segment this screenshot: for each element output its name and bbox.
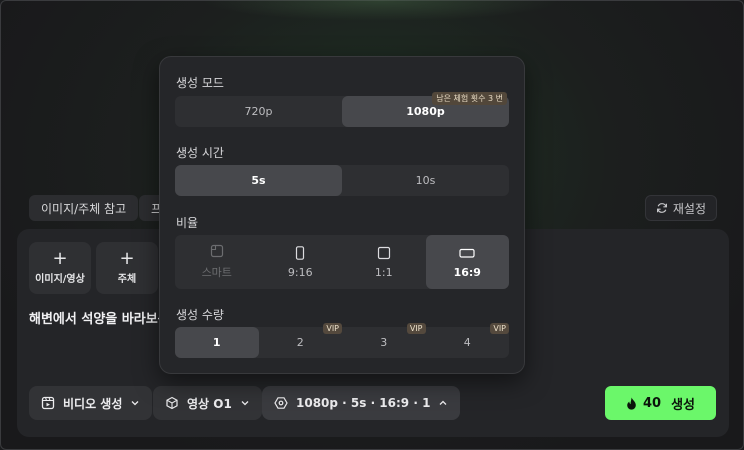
- generate-label: 생성: [671, 397, 695, 413]
- vip-badge: VIP: [490, 323, 509, 334]
- video-settings-label: 1080p · 5s · 16:9 · 1: [296, 396, 431, 410]
- settings-hexagon-icon: [274, 397, 288, 409]
- mode-option-1080p[interactable]: 1080p 남은 체험 횟수 3 번: [342, 92, 509, 127]
- plus-icon: +: [52, 248, 68, 269]
- cube-icon: [166, 396, 178, 410]
- ratio-option-1-1[interactable]: 1:1: [342, 235, 426, 289]
- image-subject-reference-chip[interactable]: 이미지/주체 참고: [29, 195, 139, 221]
- app-frame: 이미지/주체 참고 프 재설정 + 이미지/영상 + 주체 해변에서 석양을 바…: [0, 0, 744, 450]
- ratio-option-16-9-label: 16:9: [453, 265, 481, 279]
- mode-section-title: 생성 모드: [176, 76, 224, 90]
- generation-type-label: 비디오 생성: [63, 396, 123, 411]
- count-selector: 1 2 VIP 3 VIP 4 VIP: [175, 323, 509, 358]
- count-option-2[interactable]: 2 VIP: [259, 323, 342, 358]
- landscape-ratio-icon: [459, 248, 475, 258]
- count-section-title: 생성 수량: [176, 308, 224, 322]
- ratio-option-smart[interactable]: 스마트: [175, 235, 259, 289]
- duration-section-title: 생성 시간: [176, 146, 224, 160]
- flame-icon: [627, 397, 636, 410]
- add-image-video-label: 이미지/영상: [35, 274, 85, 285]
- vip-badge: VIP: [323, 323, 342, 334]
- add-subject-button[interactable]: + 주체: [96, 242, 158, 294]
- ratio-option-9-16[interactable]: 9:16: [259, 235, 343, 289]
- count-option-2-label: 2: [296, 336, 304, 349]
- count-option-3-label: 3: [380, 336, 388, 349]
- generation-type-dropdown[interactable]: 비디오 생성: [29, 386, 153, 420]
- preview-glow: [201, 0, 561, 21]
- smart-ratio-icon: [210, 244, 223, 258]
- model-dropdown[interactable]: 영상 O1: [153, 386, 262, 420]
- mode-selector: 720p 1080p 남은 체험 횟수 3 번: [175, 92, 509, 127]
- refresh-icon: [656, 203, 667, 213]
- trial-count-badge: 남은 체험 횟수 3 번: [432, 92, 507, 105]
- reset-button[interactable]: 재설정: [644, 195, 717, 221]
- video-settings-dropdown[interactable]: 1080p · 5s · 16:9 · 1: [262, 386, 461, 420]
- count-option-4[interactable]: 4 VIP: [426, 323, 509, 358]
- generate-cost: 40: [642, 395, 662, 411]
- video-icon: [41, 396, 55, 410]
- portrait-ratio-icon: [296, 245, 305, 260]
- ratio-selector: 스마트 9:16 1:1 16:9: [175, 235, 509, 289]
- model-label: 영상 O1: [187, 396, 232, 411]
- ratio-option-smart-label: 스마트: [201, 266, 232, 279]
- ratio-option-1-1-label: 1:1: [374, 265, 393, 279]
- prompt-input[interactable]: 해변에서 석양을 바라보는: [29, 308, 170, 327]
- chevron-down-icon: [131, 401, 139, 406]
- video-settings-popover: 생성 모드 720p 1080p 남은 체험 횟수 3 번 생성 시간 5s 1…: [159, 56, 525, 374]
- add-subject-label: 주체: [117, 274, 137, 285]
- chevron-up-icon: [439, 400, 447, 405]
- duration-selector: 5s 10s: [175, 165, 509, 196]
- chevron-down-icon: [241, 401, 249, 406]
- ratio-option-16-9[interactable]: 16:9: [425, 235, 509, 289]
- square-ratio-icon: [377, 246, 390, 259]
- generate-button[interactable]: 40 생성: [605, 386, 716, 420]
- count-option-1[interactable]: 1: [175, 327, 259, 358]
- count-option-4-label: 4: [463, 336, 471, 349]
- count-option-3[interactable]: 3 VIP: [342, 323, 426, 358]
- duration-option-10s[interactable]: 10s: [342, 165, 509, 196]
- mode-option-720p[interactable]: 720p: [175, 96, 342, 127]
- ratio-option-9-16-label: 9:16: [287, 265, 313, 279]
- add-image-video-button[interactable]: + 이미지/영상: [29, 242, 91, 294]
- ratio-section-title: 비율: [176, 216, 199, 230]
- reset-label: 재설정: [672, 201, 706, 216]
- mode-option-1080p-label: 1080p: [406, 105, 445, 118]
- duration-option-5s[interactable]: 5s: [175, 165, 342, 196]
- vip-badge: VIP: [406, 323, 426, 334]
- plus-icon: +: [119, 248, 135, 269]
